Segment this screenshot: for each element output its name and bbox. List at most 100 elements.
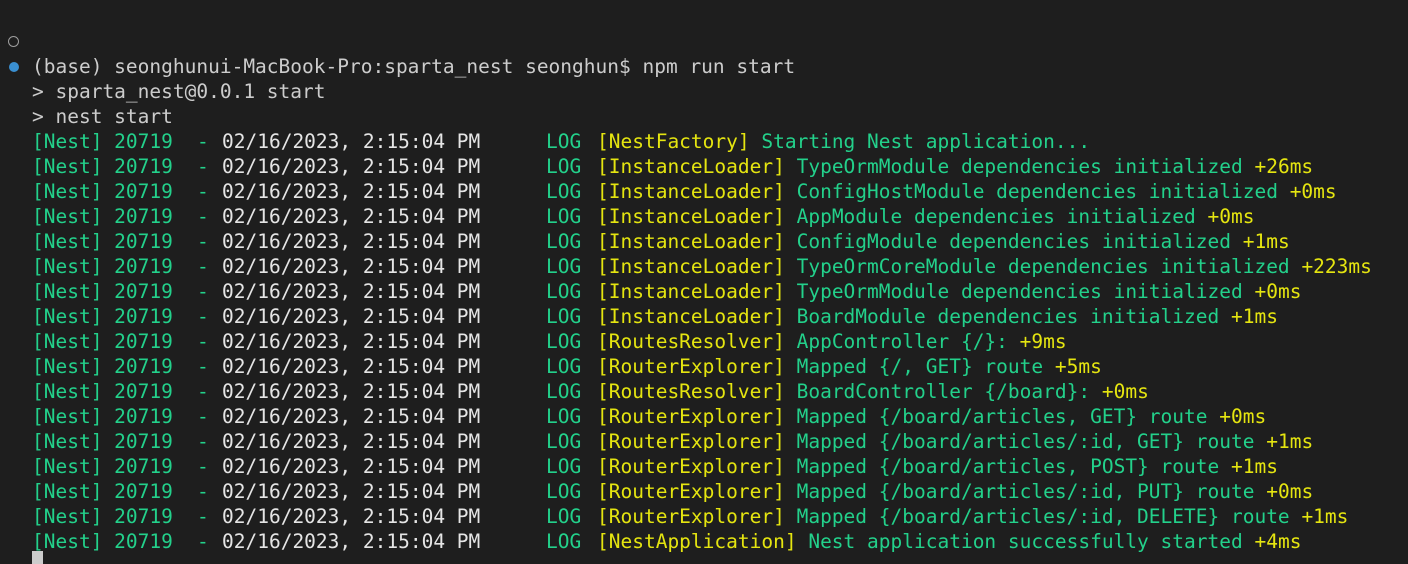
log-dash: - (197, 455, 209, 478)
log-dash: - (197, 505, 209, 528)
log-message: Mapped {/board/articles, POST} route (796, 455, 1220, 478)
terminal-panel[interactable]: (base) seonghunui-MacBook-Pro:sparta_nes… (0, 0, 1408, 564)
log-message: Starting Nest application... (761, 130, 1091, 153)
log-duration: +0ms (1219, 405, 1267, 428)
log-message: Nest application successfully started (808, 530, 1243, 553)
log-duration: +0ms (1254, 280, 1302, 303)
log-duration: +0ms (1289, 180, 1337, 203)
log-timestamp: 02/16/2023, 2:15:04 PM (222, 480, 481, 503)
log-timestamp: 02/16/2023, 2:15:04 PM (222, 205, 481, 228)
log-dash: - (197, 380, 209, 403)
log-level: LOG (546, 505, 582, 528)
log-level: LOG (546, 155, 582, 178)
log-message-group: [RouterExplorer] Mapped {/, GET} route +… (597, 354, 1102, 379)
log-message-group: [InstanceLoader] TypeOrmModule dependenc… (597, 154, 1314, 179)
log-message: Mapped {/board/articles/:id, GET} route (796, 430, 1255, 453)
log-dash: - (197, 530, 209, 553)
log-dash: - (197, 205, 209, 228)
log-prefix: [Nest] 20719 (32, 530, 173, 553)
log-duration: +9ms (1019, 330, 1067, 353)
log-level: LOG (546, 530, 582, 553)
log-duration: +1ms (1230, 305, 1278, 328)
log-dash: - (197, 330, 209, 353)
log-duration: +0ms (1101, 380, 1149, 403)
script-line-1: > sparta_nest@0.0.1 start (32, 80, 326, 103)
log-message-group: [InstanceLoader] TypeOrmCoreModule depen… (597, 254, 1372, 279)
log-level: LOG (546, 480, 582, 503)
log-message: ConfigHostModule dependencies initialize… (796, 180, 1278, 203)
log-message-group: [InstanceLoader] AppModule dependencies … (597, 204, 1255, 229)
log-message-group: [RouterExplorer] Mapped {/board/articles… (597, 479, 1314, 504)
running-command-row (0, 29, 47, 72)
script-line-2: > nest start (32, 105, 173, 128)
log-prefix: [Nest] 20719 (32, 480, 173, 503)
log-timestamp: 02/16/2023, 2:15:04 PM (222, 455, 481, 478)
log-dash: - (197, 280, 209, 303)
log-duration: +1ms (1266, 430, 1314, 453)
log-dash: - (197, 430, 209, 453)
log-timestamp: 02/16/2023, 2:15:04 PM (222, 505, 481, 528)
log-message-group: [InstanceLoader] BoardModule dependencie… (597, 304, 1278, 329)
log-level: LOG (546, 205, 582, 228)
log-message: Mapped {/board/articles, GET} route (796, 405, 1208, 428)
log-message-group: [RouterExplorer] Mapped {/board/articles… (597, 454, 1278, 479)
log-level: LOG (546, 430, 582, 453)
log-message: AppModule dependencies initialized (796, 205, 1196, 228)
log-message: AppController {/}: (796, 330, 1008, 353)
log-message: ConfigModule dependencies initialized (796, 230, 1231, 253)
log-message: TypeOrmModule dependencies initialized (796, 280, 1243, 303)
log-timestamp: 02/16/2023, 2:15:04 PM (222, 180, 481, 203)
log-dash: - (197, 180, 209, 203)
log-level: LOG (546, 130, 582, 153)
prompt-command: (base) seonghunui-MacBook-Pro:sparta_nes… (32, 55, 796, 78)
log-message: TypeOrmCoreModule dependencies initializ… (796, 255, 1290, 278)
log-level: LOG (546, 455, 582, 478)
log-duration: +0ms (1207, 205, 1255, 228)
log-message-group: [InstanceLoader] ConfigHostModule depend… (597, 179, 1337, 204)
log-prefix: [Nest] 20719 (32, 330, 173, 353)
log-level: LOG (546, 280, 582, 303)
log-prefix: [Nest] 20719 (32, 455, 173, 478)
log-message-group: [NestFactory] Starting Nest application.… (597, 129, 1090, 154)
log-level: LOG (546, 405, 582, 428)
log-message-group: [RouterExplorer] Mapped {/board/articles… (597, 504, 1349, 529)
log-timestamp: 02/16/2023, 2:15:04 PM (222, 380, 481, 403)
log-message: BoardController {/board}: (796, 380, 1091, 403)
log-message: TypeOrmModule dependencies initialized (796, 155, 1243, 178)
log-duration: +1ms (1230, 455, 1278, 478)
log-message-group: [InstanceLoader] TypeOrmModule dependenc… (597, 279, 1302, 304)
log-prefix: [Nest] 20719 (32, 505, 173, 528)
log-message-group: [RoutesResolver] AppController {/}: +9ms (597, 329, 1067, 354)
log-prefix: [Nest] 20719 (32, 430, 173, 453)
log-level: LOG (546, 330, 582, 353)
log-prefix: [Nest] 20719 (32, 405, 173, 428)
log-dash: - (197, 130, 209, 153)
log-timestamp: 02/16/2023, 2:15:04 PM (222, 430, 481, 453)
log-prefix: [Nest] 20719 (32, 305, 173, 328)
log-message-group: [RouterExplorer] Mapped {/board/articles… (597, 429, 1314, 454)
log-duration: +0ms (1266, 480, 1314, 503)
log-prefix: [Nest] 20719 (32, 280, 173, 303)
log-message-group: [RouterExplorer] Mapped {/board/articles… (597, 404, 1267, 429)
log-timestamp: 02/16/2023, 2:15:04 PM (222, 155, 481, 178)
log-duration: +1ms (1301, 505, 1349, 528)
log-level: LOG (546, 355, 582, 378)
log-level: LOG (546, 305, 582, 328)
log-timestamp: 02/16/2023, 2:15:04 PM (222, 130, 481, 153)
log-message-group: [RoutesResolver] BoardController {/board… (597, 379, 1149, 404)
log-timestamp: 02/16/2023, 2:15:04 PM (222, 255, 481, 278)
log-prefix: [Nest] 20719 (32, 155, 173, 178)
log-duration: +223ms (1301, 255, 1372, 278)
prompt-line-row: (base) seonghunui-MacBook-Pro:sparta_nes… (0, 4, 795, 78)
log-level: LOG (546, 255, 582, 278)
log-dash: - (197, 355, 209, 378)
log-duration: +1ms (1242, 230, 1290, 253)
log-timestamp: 02/16/2023, 2:15:04 PM (222, 405, 481, 428)
log-prefix: [Nest] 20719 (32, 130, 173, 153)
log-duration: +4ms (1254, 530, 1302, 553)
log-timestamp: 02/16/2023, 2:15:04 PM (222, 355, 481, 378)
log-level: LOG (546, 230, 582, 253)
log-message-group: [NestApplication] Nest application succe… (597, 529, 1301, 554)
log-prefix: [Nest] 20719 (32, 180, 173, 203)
log-message-group: [InstanceLoader] ConfigModule dependenci… (597, 229, 1290, 254)
